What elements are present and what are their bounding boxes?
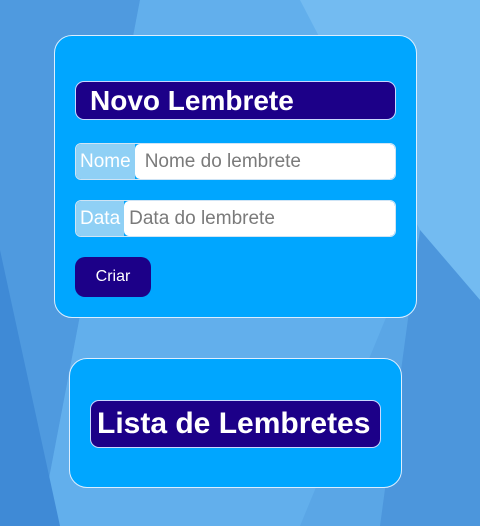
new-reminder-card: Novo Lembrete Nome Data Criar <box>54 35 417 318</box>
name-field-group: Nome <box>75 143 396 180</box>
reminder-list-card: Lista de Lembretes <box>69 358 402 488</box>
create-button[interactable]: Criar <box>75 257 151 297</box>
name-label: Nome <box>76 144 135 179</box>
new-reminder-title: Novo Lembrete <box>75 81 396 120</box>
date-field-group: Data <box>75 200 396 237</box>
reminder-list-title: Lista de Lembretes <box>90 400 381 448</box>
date-input[interactable] <box>124 201 395 236</box>
name-input[interactable] <box>134 144 395 179</box>
date-label: Data <box>76 201 125 236</box>
